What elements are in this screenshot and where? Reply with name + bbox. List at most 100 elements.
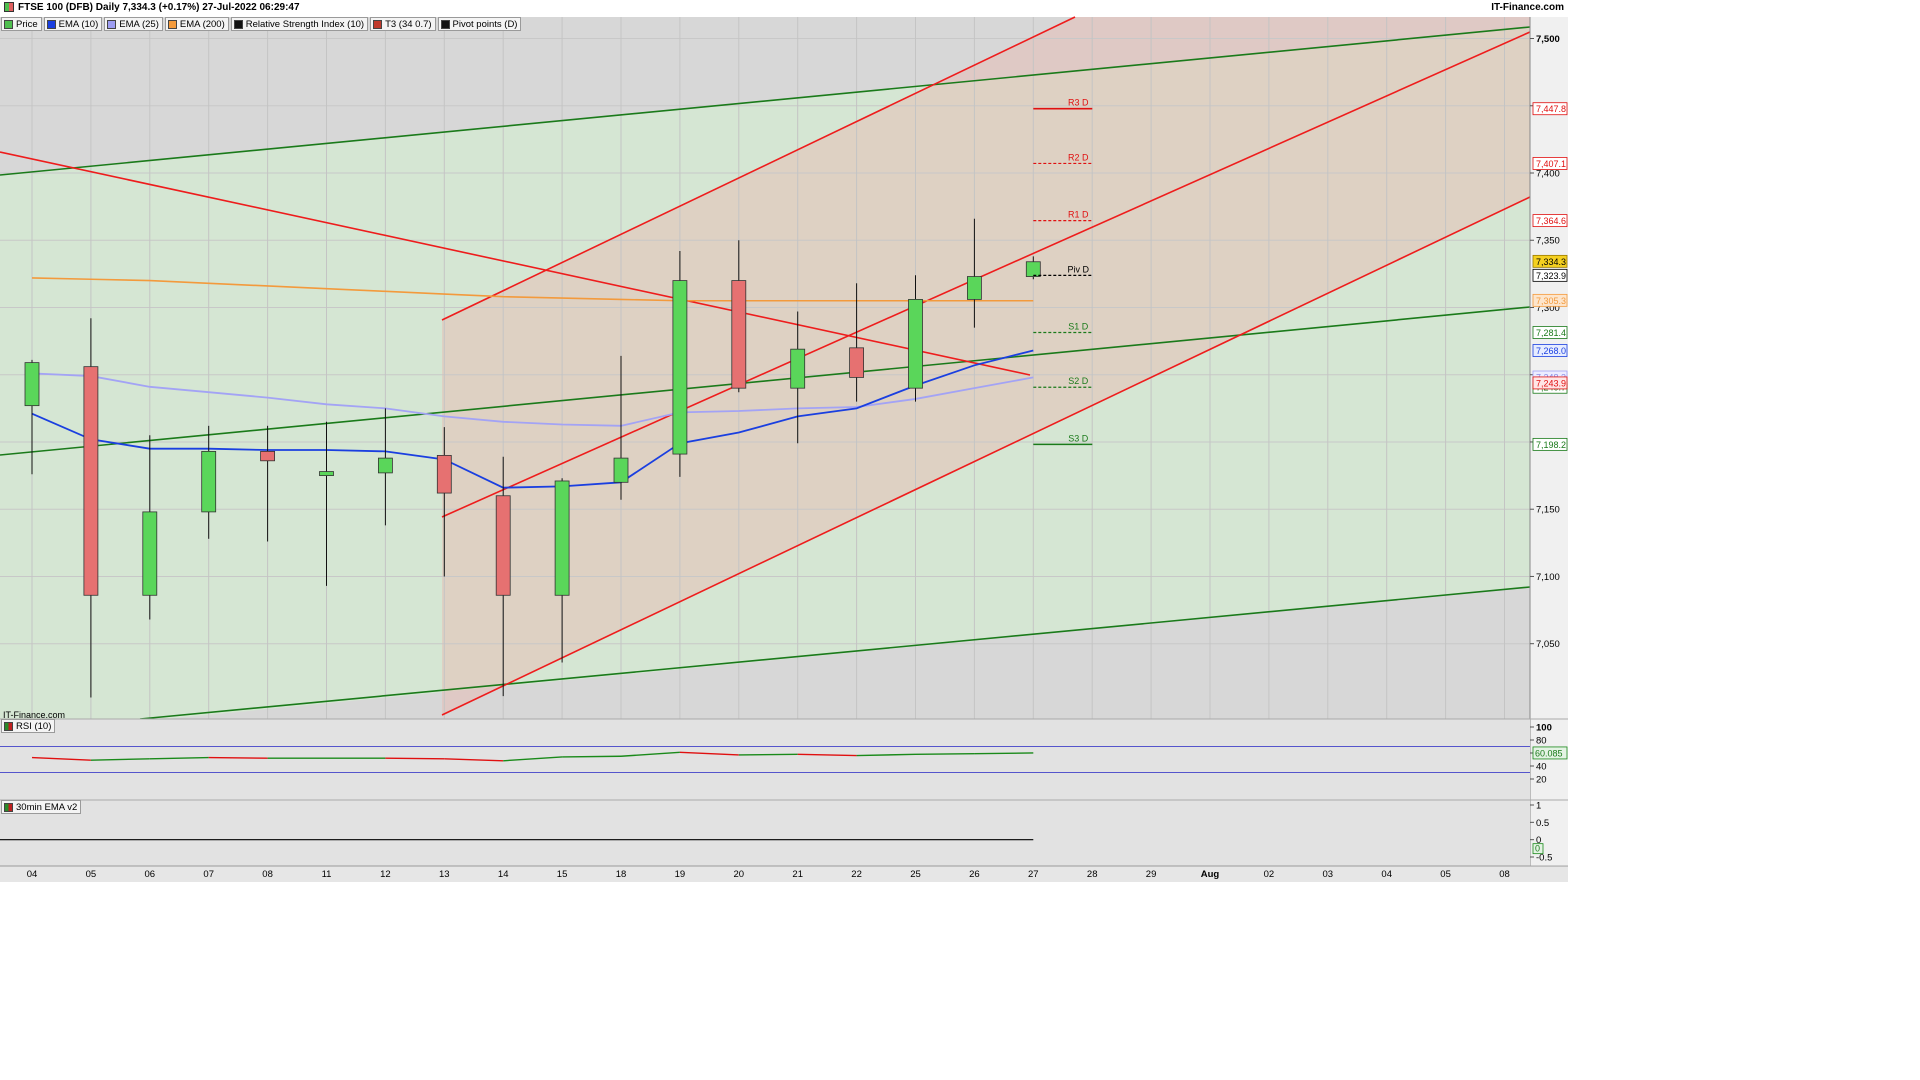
candle-body-14 — [495, 495, 511, 596]
candle-body-15 — [554, 480, 570, 596]
rsi-tick-label: 100 — [1536, 723, 1552, 734]
legend-item-ema-25[interactable]: EMA (25) — [104, 17, 163, 31]
legend-label: EMA (200) — [179, 18, 225, 30]
candle-body-21 — [790, 348, 806, 389]
pivot-value-label: 7,323.9 — [1536, 271, 1566, 281]
ema30-label-text: 30min EMA v2 — [16, 801, 78, 813]
rsi-label-text: RSI (10) — [16, 720, 52, 732]
x-tick-label: 07 — [203, 869, 214, 880]
pivot-label: S2 D — [1068, 376, 1089, 386]
candle-body-12 — [377, 457, 393, 474]
rsi-tick-label: 80 — [1536, 736, 1547, 747]
legend-item-ema-200[interactable]: EMA (200) — [164, 17, 229, 31]
ema30-value-label: 0 — [1535, 844, 1540, 854]
x-tick-label: 21 — [792, 869, 803, 880]
candle-body-05 — [83, 366, 99, 596]
ema30-tick-label: -0.5 — [1536, 853, 1552, 864]
y-tick-label: 7,350 — [1536, 236, 1560, 247]
x-tick-label: 12 — [380, 869, 391, 880]
price-tag-label: 7,334.3 — [1536, 257, 1566, 267]
pivot-value-label: 7,198.2 — [1536, 440, 1566, 450]
legend-swatch-icon — [46, 19, 56, 29]
y-tick-label: 7,050 — [1536, 639, 1560, 650]
legend-label: Relative Strength Index (10) — [245, 18, 365, 30]
legend-swatch-icon — [167, 19, 177, 29]
candle-body-11 — [319, 471, 334, 476]
candle-body-04 — [24, 362, 40, 407]
x-tick-label: 27 — [1028, 869, 1039, 880]
pivot-value-label: 7,281.4 — [1536, 328, 1566, 338]
pivot-value-label: 7,407.1 — [1536, 159, 1566, 169]
x-tick-label: 08 — [1499, 869, 1510, 880]
rsi-segment — [738, 753, 798, 756]
x-tick-label: Aug — [1201, 869, 1220, 880]
price-tag-label: 7,243.9 — [1536, 378, 1566, 388]
legend-label: Price — [16, 18, 38, 30]
legend-item-t3-34-0-7[interactable]: T3 (34 0.7) — [370, 17, 436, 31]
candle-body-22 — [849, 347, 864, 378]
x-tick-label: 04 — [27, 869, 38, 880]
y-tick-label: 7,500 — [1536, 34, 1560, 45]
pivot-value-label: 7,447.8 — [1536, 104, 1566, 114]
rsi-segment — [562, 755, 622, 758]
legend-item-ema-10[interactable]: EMA (10) — [43, 17, 103, 31]
candle-body-08 — [260, 450, 276, 462]
y-tick-label: 7,400 — [1536, 169, 1560, 180]
legend-swatch-icon — [107, 19, 117, 29]
x-tick-label: 13 — [439, 869, 450, 880]
x-tick-label: 08 — [262, 869, 273, 880]
ema30-panel-label[interactable]: 30min EMA v2 — [1, 800, 82, 814]
rsi-value-label: 60.085 — [1535, 748, 1563, 758]
legend-swatch-icon — [440, 19, 450, 29]
legend-label: T3 (34 0.7) — [385, 18, 432, 30]
legend-item-pivot-points-d[interactable]: Pivot points (D) — [437, 17, 522, 31]
x-tick-label: 18 — [616, 869, 627, 880]
x-tick-label: 04 — [1381, 869, 1392, 880]
legend-swatch-icon — [233, 19, 243, 29]
legend-swatch-icon — [4, 19, 13, 29]
x-tick-label: 29 — [1146, 869, 1157, 880]
pivot-value-label: 7,364.6 — [1536, 216, 1566, 226]
ema30-panel-background — [0, 800, 1530, 866]
indicator-legend: Price EMA (10) EMA (25) EMA (200) Relative S… — [1, 17, 522, 31]
x-tick-label: 11 — [322, 869, 332, 880]
candle-body-06 — [142, 511, 158, 596]
rsi-segment — [915, 752, 975, 755]
x-tick-label: 06 — [145, 869, 156, 880]
x-tick-label: 20 — [734, 869, 745, 880]
rsi-segment — [385, 757, 445, 760]
x-tick-label: 14 — [498, 869, 509, 880]
candle-body-13 — [436, 455, 452, 494]
rsi-panel-label[interactable]: RSI (10) — [1, 719, 56, 733]
legend-item-price[interactable]: Price — [1, 17, 42, 31]
rsi-segment — [208, 756, 268, 759]
x-tick-label: 25 — [910, 869, 921, 880]
x-tick-label: 19 — [675, 869, 686, 880]
candle-body-27 — [1025, 261, 1041, 277]
pivot-label: Piv D — [1068, 264, 1090, 274]
legend-label: EMA (10) — [58, 18, 99, 30]
candle-body-20 — [731, 280, 747, 389]
ema30-swatch-icon — [4, 802, 13, 812]
y-tick-label: 7,100 — [1536, 572, 1560, 583]
candle-body-19 — [672, 280, 688, 455]
rsi-segment — [974, 752, 1034, 755]
x-tick-label: 26 — [969, 869, 980, 880]
pivot-label: S3 D — [1068, 433, 1089, 443]
price-tag-label: 7,268.0 — [1536, 346, 1566, 356]
price-tag-label: 7,305.3 — [1536, 296, 1566, 306]
x-tick-label: 02 — [1264, 869, 1275, 880]
candle-body-26 — [967, 276, 982, 300]
rsi-swatch-icon — [4, 721, 13, 731]
pivot-label: R2 D — [1068, 152, 1089, 162]
candle-body-18 — [613, 457, 629, 483]
rsi-panel-background — [0, 719, 1530, 800]
x-tick-label: 03 — [1323, 869, 1334, 880]
rsi-tick-label: 20 — [1536, 775, 1547, 786]
pivot-label: R1 D — [1068, 210, 1089, 220]
y-tick-label: 7,150 — [1536, 505, 1560, 516]
candle-body-25 — [908, 299, 923, 389]
legend-item-relative-strength-index-10[interactable]: Relative Strength Index (10) — [230, 17, 369, 31]
rsi-tick-label: 40 — [1536, 762, 1547, 773]
price-chart[interactable]: R3 D R2 D R1 D Piv D S1 D S2 D S3 D 7,050 7,100 7… — [0, 0, 1568, 882]
